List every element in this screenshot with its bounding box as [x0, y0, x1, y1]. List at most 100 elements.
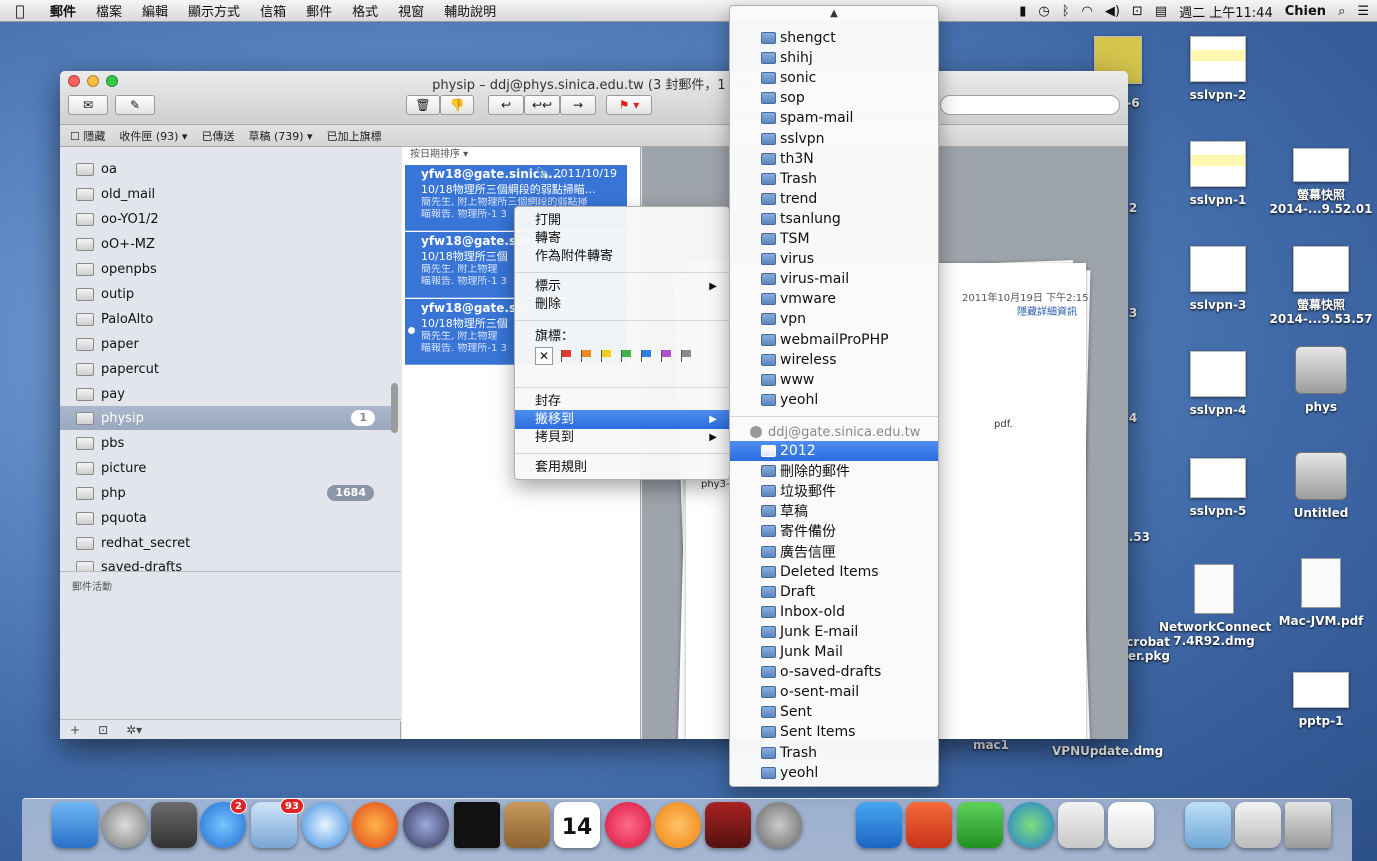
desktop-icon-screenshot-1[interactable]: 螢幕快照 2014-...9.52.01 — [1266, 148, 1376, 216]
keychain-lock-icon[interactable] — [806, 802, 852, 848]
menu-help[interactable]: 輔助說明 — [434, 1, 506, 20]
firefox-icon[interactable] — [352, 802, 398, 848]
favorite-flagged[interactable]: 已加上旗標 — [327, 128, 382, 144]
move-target-trash[interactable]: Trash — [730, 169, 938, 189]
clock[interactable]: 週二 上午11:44 — [1179, 2, 1273, 21]
sidebar-settings-button[interactable]: ✲▾ — [126, 723, 142, 737]
move-target-draft[interactable]: Draft — [730, 582, 938, 602]
menu-window[interactable]: 視窗 — [388, 1, 434, 20]
move-target-草稿[interactable]: 草稿 — [730, 501, 938, 521]
mailbox-saved-drafts[interactable]: saved-drafts — [60, 555, 390, 571]
applications-folder-icon[interactable] — [1185, 802, 1231, 848]
move-target-o-sent-mail[interactable]: o-sent-mail — [730, 682, 938, 702]
photo-booth-icon[interactable] — [705, 802, 751, 848]
move-target-junk-e-mail[interactable]: Junk E-mail — [730, 622, 938, 642]
clear-flag-button[interactable]: ✕ — [535, 347, 553, 365]
bluetooth-icon[interactable]: ᛒ — [1062, 4, 1070, 19]
scroll-up-arrow-icon[interactable]: ▲ — [730, 8, 938, 19]
desktop-icon-pptp-1[interactable]: pptp-1 — [1266, 672, 1376, 728]
mailbox-pquota[interactable]: pquota — [60, 506, 390, 530]
desktop-icon-screenshot-2[interactable]: 螢幕快照 2014-...9.53.57 — [1266, 246, 1376, 326]
wifi-icon[interactable]: ◠ — [1082, 4, 1093, 19]
mailbox-oo-yo1-2[interactable]: oo-YO1/2 — [60, 207, 390, 231]
move-target-deleted-items[interactable]: Deleted Items — [730, 562, 938, 582]
flag-gray-icon[interactable] — [679, 349, 693, 363]
flag-orange-icon[interactable] — [579, 349, 593, 363]
compose-button[interactable]: ✎ — [115, 95, 155, 115]
mailbox-oa[interactable]: oa — [60, 157, 390, 181]
ibooks-icon[interactable] — [655, 802, 701, 848]
move-target-刪除的郵件[interactable]: 刪除的郵件 — [730, 461, 938, 481]
flag-green-icon[interactable] — [619, 349, 633, 363]
flag-yellow-icon[interactable] — [599, 349, 613, 363]
menu-file[interactable]: 檔案 — [86, 1, 132, 20]
move-target-webmailprophp[interactable]: webmailProPHP — [730, 330, 938, 350]
add-mailbox-button[interactable]: + — [70, 723, 80, 737]
finder-icon[interactable] — [52, 802, 98, 848]
desktop-icon-sslvpn-1[interactable]: sslvpn-1 — [1163, 141, 1273, 207]
move-target-2012[interactable]: 2012 — [730, 441, 938, 461]
delete-button[interactable]: 🗑 — [406, 95, 440, 115]
desktop-icon-sslvpn-4[interactable]: sslvpn-4 — [1163, 351, 1273, 417]
contacts-icon[interactable] — [504, 802, 550, 848]
mailbox-openpbs[interactable]: openpbs — [60, 257, 390, 281]
mailbox-paper[interactable]: paper — [60, 332, 390, 356]
menu-format[interactable]: 格式 — [342, 1, 388, 20]
mailbox-papercut[interactable]: papercut — [60, 357, 390, 381]
menu-delete[interactable]: 刪除 — [515, 295, 729, 314]
excel-icon[interactable] — [957, 802, 1003, 848]
sidebar-scrollbar[interactable] — [391, 383, 398, 433]
volume-icon[interactable]: ◀) — [1105, 4, 1120, 19]
flag-purple-icon[interactable] — [659, 349, 673, 363]
move-target-wireless[interactable]: wireless — [730, 350, 938, 370]
desktop-icon-sslvpn-2[interactable]: sslvpn-2 — [1163, 36, 1273, 102]
move-target-垃圾郵件[interactable]: 垃圾郵件 — [730, 481, 938, 501]
move-target-廣告信匣[interactable]: 廣告信匣 — [730, 542, 938, 562]
menu-apply-rules[interactable]: 套用規則 — [515, 458, 729, 477]
desktop-icon-phys-drive[interactable]: phys — [1266, 346, 1376, 414]
get-mail-button[interactable]: ✉ — [68, 95, 108, 115]
reply-all-button[interactable]: ↩↩ — [524, 95, 560, 115]
user-name[interactable]: Chien — [1285, 4, 1326, 19]
notification-center-icon[interactable]: ☰ — [1357, 4, 1369, 19]
documents-stack-icon[interactable] — [1235, 802, 1281, 848]
move-target-yeohl[interactable]: yeohl — [730, 763, 938, 783]
menu-app[interactable]: 郵件 — [40, 1, 86, 20]
desktop-icon-sslvpn-5[interactable]: sslvpn-5 — [1163, 458, 1273, 518]
move-target-vpn[interactable]: vpn — [730, 309, 938, 329]
mailbox-picture[interactable]: picture — [60, 456, 390, 480]
menu-copy-to[interactable]: 拷貝到 ▶ — [515, 428, 729, 447]
calendar-icon[interactable]: 14 — [554, 802, 600, 848]
move-target-sent[interactable]: Sent — [730, 702, 938, 722]
network-download-icon[interactable] — [1008, 802, 1054, 848]
flag-red-icon[interactable] — [559, 349, 573, 363]
mission-control-icon[interactable] — [151, 802, 197, 848]
mailbox-paloalto[interactable]: PaloAlto — [60, 307, 390, 331]
menu-move-to[interactable]: 搬移到 ▶ — [515, 410, 729, 429]
menu-archive[interactable]: 封存 — [515, 392, 729, 411]
favorite-sent[interactable]: 已傳送 — [201, 128, 234, 144]
move-target-virus[interactable]: virus — [730, 249, 938, 269]
move-target-www[interactable]: www — [730, 370, 938, 390]
desktop-icon-vpnupdate[interactable]: VPNUpdate.dmg — [1052, 744, 1163, 758]
apple-menu-icon[interactable]:  — [0, 2, 40, 20]
mailbox-pay[interactable]: pay — [60, 382, 390, 406]
safari-icon[interactable] — [302, 802, 348, 848]
battery-icon[interactable]: ▮ — [1019, 4, 1026, 19]
move-target-shengct[interactable]: shengct — [730, 28, 938, 48]
search-input[interactable] — [940, 95, 1120, 115]
show-activity-button[interactable]: ⊡ — [98, 723, 108, 737]
move-target-sonic[interactable]: sonic — [730, 68, 938, 88]
menu-forward[interactable]: 轉寄 — [515, 229, 729, 248]
mailbox-physip[interactable]: physip 1 — [60, 406, 391, 430]
menu-view[interactable]: 顯示方式 — [178, 1, 250, 20]
flag-button[interactable]: ⚑ ▾ — [606, 95, 652, 115]
display-icon[interactable]: ⊡ — [1132, 4, 1143, 19]
mailbox-old-mail[interactable]: old_mail — [60, 182, 390, 206]
mailbox-php[interactable]: php 1684 — [60, 481, 390, 505]
move-target-sent-items[interactable]: Sent Items — [730, 722, 938, 742]
trash-icon[interactable] — [1285, 802, 1331, 848]
word-icon[interactable] — [856, 802, 902, 848]
desktop-icon-mac-jvm-pdf[interactable]: Mac-JVM.pdf — [1266, 558, 1376, 628]
move-target-tsanlung[interactable]: tsanlung — [730, 209, 938, 229]
